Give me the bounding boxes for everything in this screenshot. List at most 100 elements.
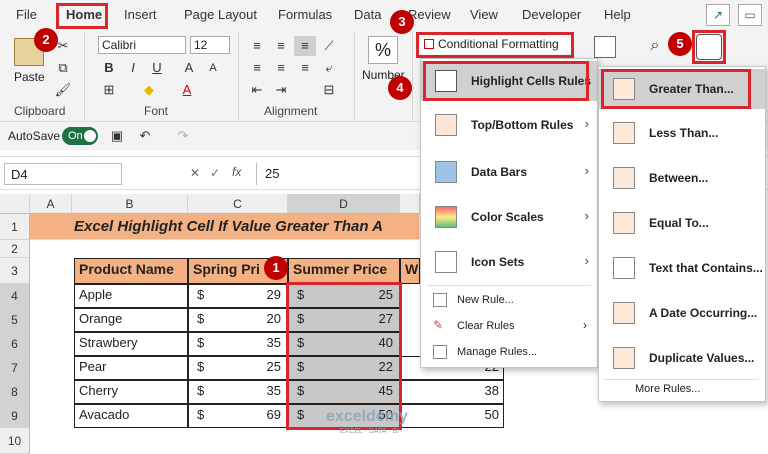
cell-product[interactable]: Orange <box>74 308 188 332</box>
select-all-corner[interactable] <box>0 194 30 214</box>
tab-developer[interactable]: Developer <box>522 7 581 22</box>
fill-color-icon[interactable]: ◆ <box>138 80 160 100</box>
tab-data[interactable]: Data <box>354 7 381 22</box>
col-header-b[interactable]: B <box>72 194 188 214</box>
row-header-1[interactable]: 1 <box>0 214 30 240</box>
submenu-equal-to[interactable]: Equal To... <box>599 203 765 243</box>
tab-insert[interactable]: Insert <box>124 7 157 22</box>
cell-product[interactable]: Avacado <box>74 404 188 428</box>
col-header-a[interactable]: A <box>30 194 72 214</box>
formula-input[interactable]: 25 <box>256 163 416 185</box>
undo-icon[interactable]: ↶ <box>134 126 156 146</box>
row-header-7[interactable]: 7 <box>0 356 30 380</box>
fx-icon[interactable]: fx <box>232 165 241 179</box>
cell-spring[interactable]: $35 <box>188 332 288 356</box>
decrease-font-icon[interactable]: A <box>202 58 224 78</box>
tab-view[interactable]: View <box>470 7 498 22</box>
percent-icon[interactable]: % <box>368 36 398 64</box>
row-header-4[interactable]: 4 <box>0 284 30 308</box>
menu-item-clear-rules[interactable]: ✎ Clear Rules › <box>421 315 597 339</box>
row-header-10[interactable]: 10 <box>0 428 30 454</box>
submenu-label: Equal To... <box>649 216 709 230</box>
align-top-icon[interactable]: ≡ <box>246 36 268 56</box>
font-color-icon[interactable]: A <box>176 80 198 100</box>
share-icon[interactable]: ↗ <box>706 4 730 26</box>
cancel-icon[interactable]: ✕ <box>190 166 200 180</box>
font-name-select[interactable]: Calibri <box>98 36 186 54</box>
col-header-d[interactable]: D <box>288 194 400 214</box>
row-header-2[interactable]: 2 <box>0 240 30 258</box>
row-header-3[interactable]: 3 <box>0 258 30 284</box>
orientation-icon[interactable]: ⟋ <box>318 36 340 56</box>
tab-page-layout[interactable]: Page Layout <box>184 7 257 22</box>
cell-spring[interactable]: $25 <box>188 356 288 380</box>
cell-product[interactable]: Pear <box>74 356 188 380</box>
name-box[interactable]: D4 <box>4 163 122 185</box>
menu-item-icon-sets[interactable]: Icon Sets › <box>421 242 597 282</box>
bold-button[interactable]: B <box>98 58 120 78</box>
header-summer-price[interactable]: Summer Price <box>288 258 400 284</box>
tab-formulas[interactable]: Formulas <box>278 7 332 22</box>
cell-e[interactable]: 50 <box>400 404 504 428</box>
cell-spring[interactable]: $69 <box>188 404 288 428</box>
wrap-text-icon[interactable]: ⤶ <box>318 58 340 78</box>
save-icon[interactable]: ▣ <box>106 126 128 146</box>
tab-help[interactable]: Help <box>604 7 631 22</box>
copy-icon[interactable]: ⧉ <box>52 58 74 78</box>
submenu-text-contains[interactable]: Text that Contains... <box>599 248 765 288</box>
align-center-icon[interactable]: ≡ <box>270 58 292 78</box>
row-header-5[interactable]: 5 <box>0 308 30 332</box>
cell-spring[interactable]: $35 <box>188 380 288 404</box>
decrease-indent-icon[interactable]: ⇤ <box>246 80 268 100</box>
paste-label[interactable]: Paste <box>14 70 45 84</box>
menu-item-label: Top/Bottom Rules <box>471 118 574 132</box>
sheet-title[interactable]: Excel Highlight Cell If Value Greater Th… <box>30 214 420 240</box>
cell-product[interactable]: Strawbery <box>74 332 188 356</box>
align-bottom-icon[interactable]: ≡ <box>294 36 316 56</box>
cell-product[interactable]: Cherry <box>74 380 188 404</box>
increase-font-icon[interactable]: A <box>178 58 200 78</box>
redo-icon[interactable]: ↷ <box>172 126 194 146</box>
submenu-less-than[interactable]: Less Than... <box>599 113 765 153</box>
header-product-name[interactable]: Product Name <box>74 258 188 284</box>
menu-item-new-rule[interactable]: New Rule... <box>421 289 597 313</box>
font-size-select[interactable]: 12 <box>190 36 230 54</box>
row-header-8[interactable]: 8 <box>0 380 30 404</box>
menu-item-color-scales[interactable]: Color Scales › <box>421 197 597 237</box>
submenu-more-rules[interactable]: More Rules... <box>635 383 700 395</box>
italic-button[interactable]: I <box>122 58 144 78</box>
increase-indent-icon[interactable]: ⇥ <box>270 80 292 100</box>
chevron-right-icon: › <box>583 318 587 332</box>
align-middle-icon[interactable]: ≡ <box>270 36 292 56</box>
borders-icon[interactable]: ⊞ <box>98 80 120 100</box>
comment-icon[interactable]: ▭ <box>738 4 762 26</box>
col-header-e[interactable] <box>400 194 420 214</box>
merge-center-icon[interactable]: ⊟ <box>318 80 340 100</box>
tab-file[interactable]: File <box>16 7 37 22</box>
format-painter-icon[interactable]: 🖌 <box>52 80 74 100</box>
cell-e[interactable]: 38 <box>400 380 504 404</box>
row-header-9[interactable]: 9 <box>0 404 30 428</box>
submenu-date-occurring[interactable]: A Date Occurring... <box>599 293 765 333</box>
submenu-duplicate-values[interactable]: Duplicate Values... <box>599 338 765 378</box>
align-left-icon[interactable]: ≡ <box>246 58 268 78</box>
cells-icon[interactable] <box>594 36 616 58</box>
row-header-6[interactable]: 6 <box>0 332 30 356</box>
enter-icon[interactable]: ✓ <box>210 166 220 180</box>
align-right-icon[interactable]: ≡ <box>294 58 316 78</box>
menu-item-label: Icon Sets <box>471 255 525 269</box>
menu-item-manage-rules[interactable]: Manage Rules... <box>421 341 597 365</box>
text-contains-icon <box>613 257 635 279</box>
tab-review[interactable]: Review <box>408 7 451 22</box>
menu-item-data-bars[interactable]: Data Bars › <box>421 152 597 192</box>
step-badge-4: 4 <box>388 76 412 100</box>
cell-spring[interactable]: $20 <box>188 308 288 332</box>
submenu-between[interactable]: Between... <box>599 158 765 198</box>
col-header-c[interactable]: C <box>188 194 288 214</box>
cell-spring[interactable]: $29 <box>188 284 288 308</box>
header-w[interactable]: W <box>400 258 420 284</box>
search-icon[interactable]: ⌕ <box>644 36 666 56</box>
menu-item-top-bottom[interactable]: Top/Bottom Rules › <box>421 105 597 145</box>
cell-product[interactable]: Apple <box>74 284 188 308</box>
underline-button[interactable]: U <box>146 58 168 78</box>
